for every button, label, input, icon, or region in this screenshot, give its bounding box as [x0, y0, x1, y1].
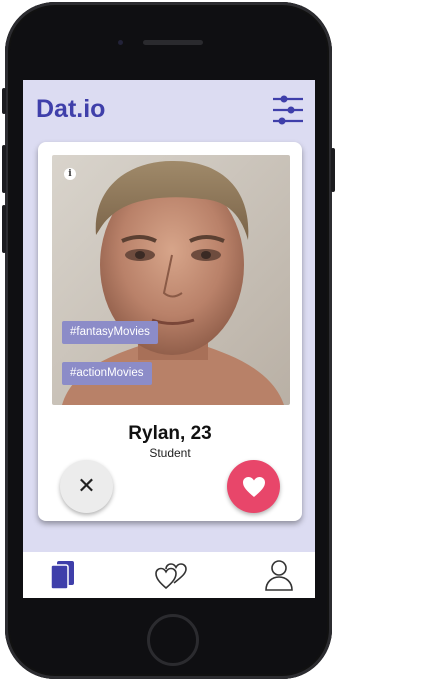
app-title: Dat.io	[36, 95, 106, 123]
earpiece-speaker	[143, 40, 203, 45]
cards-icon	[50, 561, 74, 590]
power-button	[331, 148, 335, 192]
nav-item-profile[interactable]	[262, 558, 296, 592]
volume-up-button	[2, 145, 6, 193]
profile-icon	[265, 560, 293, 591]
sliders-icon	[273, 95, 303, 125]
profile-card[interactable]: i #fantasyMovies #actionMovies Rylan, 23…	[38, 142, 302, 521]
nav-item-matches[interactable]	[154, 558, 188, 592]
heart-icon	[242, 476, 265, 497]
profile-photo: i #fantasyMovies #actionMovies	[52, 155, 290, 405]
home-button[interactable]	[147, 614, 199, 666]
filter-button[interactable]	[271, 94, 305, 128]
mute-switch	[2, 88, 6, 114]
hearts-icon	[155, 563, 187, 590]
close-icon: ✕	[77, 474, 96, 499]
dislike-button[interactable]: ✕	[60, 460, 113, 513]
volume-down-button	[2, 205, 6, 253]
app-screen: Dat.io i #fantasyMovies #actionMovies Ry…	[23, 80, 315, 598]
front-camera	[118, 40, 123, 45]
info-icon[interactable]: i	[64, 168, 76, 180]
like-button[interactable]	[227, 460, 280, 513]
app-header: Dat.io	[23, 80, 315, 140]
profile-name-age: Rylan, 23	[128, 423, 212, 444]
profile-occupation: Student	[149, 446, 191, 460]
nav-item-cards[interactable]	[46, 558, 80, 592]
bottom-nav	[23, 552, 315, 598]
interest-tag: #fantasyMovies	[62, 321, 158, 344]
interest-tag: #actionMovies	[62, 362, 152, 385]
